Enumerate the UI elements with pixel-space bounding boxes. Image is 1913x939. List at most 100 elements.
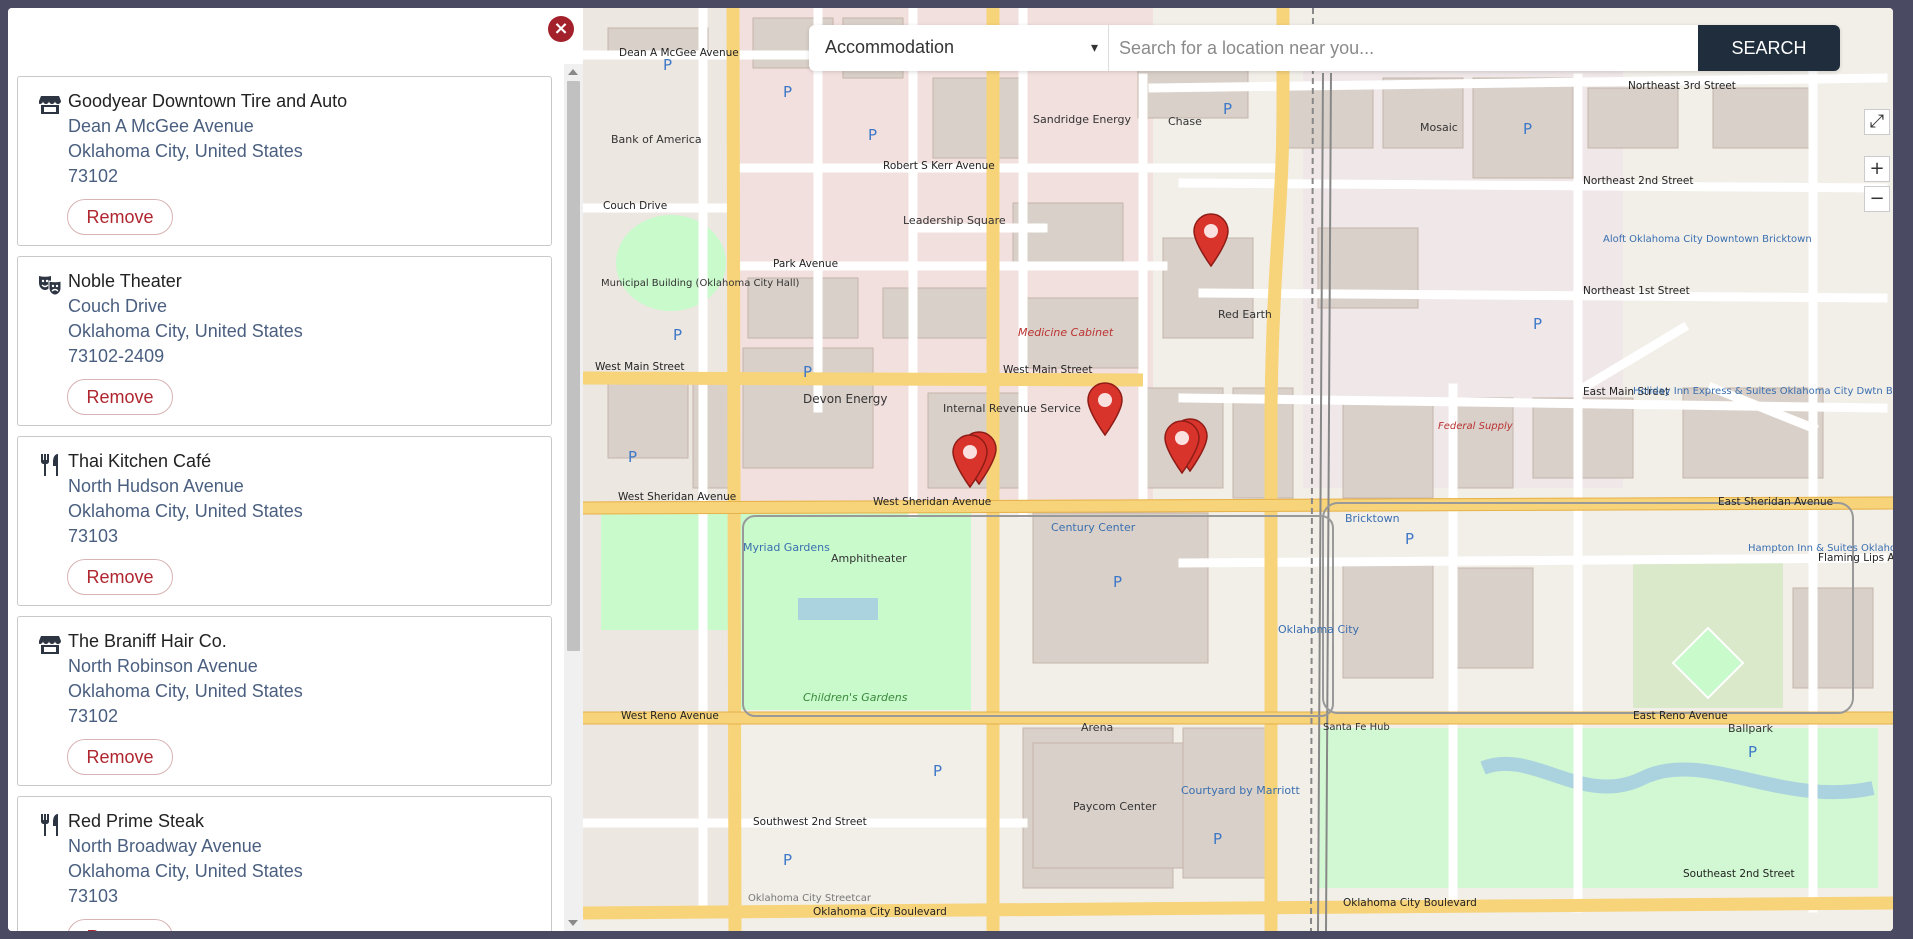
saved-places-list: Goodyear Downtown Tire and Auto Dean A M… [8, 64, 564, 931]
location-search-input[interactable] [1109, 25, 1699, 71]
parking-icon: P [783, 83, 793, 101]
place-city: Oklahoma City, United States [68, 501, 303, 521]
map-street-label: East Sheridan Avenue [1718, 496, 1834, 508]
map-street-label: Oklahoma City Boulevard [1343, 897, 1477, 909]
remove-button[interactable]: Remove [67, 739, 173, 775]
location-marker-icon[interactable] [1086, 382, 1124, 436]
place-street: North Hudson Avenue [68, 476, 244, 496]
map-poi-label: Aloft Oklahoma City Downtown Bricktown [1603, 234, 1812, 245]
map-poi-label: Paycom Center [1073, 800, 1157, 813]
remove-button[interactable]: Remove [67, 199, 173, 235]
store-icon [38, 93, 62, 117]
scroll-up-arrow-icon[interactable] [568, 69, 578, 75]
scroll-down-arrow-icon[interactable] [568, 920, 578, 926]
saved-places-panel: × Goodyear Downtown Tire and Auto Dean A… [8, 8, 583, 931]
fullscreen-icon[interactable]: ⤢ [1864, 109, 1890, 135]
place-city: Oklahoma City, United States [68, 321, 303, 341]
map-street-label: Dean A McGee Avenue [619, 47, 739, 59]
store-icon [38, 633, 62, 657]
map-poi-label: Medicine Cabinet [1018, 326, 1114, 339]
parking-icon: P [1533, 315, 1543, 333]
map-poi-label: Holiday Inn Express & Suites Oklahoma Ci… [1633, 386, 1893, 397]
parking-icon: P [803, 363, 813, 381]
map-poi-label: Devon Energy [803, 392, 888, 406]
map-poi-label: Arena [1081, 721, 1114, 734]
remove-button[interactable]: Remove [67, 559, 173, 595]
utensils-icon [38, 813, 62, 837]
remove-button[interactable]: Remove [67, 379, 173, 415]
location-marker-icon[interactable] [951, 434, 989, 488]
place-name: Red Prime Steak [68, 811, 205, 831]
map-poi-label: Children's Gardens [803, 691, 908, 704]
chevron-down-icon: ▾ [1090, 40, 1098, 56]
place-card: Goodyear Downtown Tire and Auto Dean A M… [17, 76, 552, 246]
map-poi-label: Bricktown [1345, 512, 1400, 525]
map-street-label: Northeast 2nd Street [1583, 175, 1694, 187]
remove-button[interactable]: Remove [67, 919, 173, 931]
parking-icon: P [1405, 530, 1415, 548]
map-poi-label: Sandridge Energy [1033, 113, 1131, 126]
map-poi-label: Century Center [1051, 521, 1136, 534]
zoom-out-button[interactable]: − [1864, 186, 1890, 212]
map-street-label: Couch Drive [603, 200, 668, 212]
place-name: Goodyear Downtown Tire and Auto [68, 91, 348, 111]
category-select[interactable]: Accommodation ▾ [809, 25, 1109, 71]
close-panel-button[interactable]: × [548, 16, 574, 42]
map-poi-label: Santa Fe Hub [1323, 722, 1390, 733]
parking-icon: P [783, 851, 793, 869]
map-street-label: West Reno Avenue [621, 710, 719, 722]
location-marker-icon[interactable] [1163, 420, 1201, 474]
map-poi-label: Ballpark [1728, 722, 1774, 735]
map-poi-label: Mosaic [1420, 121, 1458, 134]
zoom-in-button[interactable]: + [1864, 156, 1890, 182]
map-poi-label: Hampton Inn & Suites Oklahoma City-Brick… [1748, 543, 1893, 554]
parking-icon: P [663, 56, 673, 74]
map-poi-label: Oklahoma City Streetcar [748, 893, 871, 904]
map-street-label: Oklahoma City Boulevard [813, 906, 947, 918]
parking-icon: P [933, 762, 943, 780]
map-poi-label: Internal Revenue Service [943, 402, 1081, 415]
map-poi-label: Red Earth [1218, 308, 1272, 321]
place-card: Noble Theater Couch Drive Oklahoma City,… [17, 256, 552, 426]
place-street: North Robinson Avenue [68, 656, 258, 676]
map-poi-label: Courtyard by Marriott [1181, 784, 1300, 797]
map-view[interactable]: Dean A McGee Avenue Robert S Kerr Avenue… [583, 8, 1893, 931]
place-city: Oklahoma City, United States [68, 861, 303, 881]
place-zip: 73103 [68, 886, 119, 906]
map-street-label: Northeast 3rd Street [1628, 80, 1736, 92]
theater-masks-icon [38, 273, 62, 297]
place-zip: 73102 [68, 166, 119, 186]
map-street-label: Northeast 1st Street [1583, 285, 1690, 297]
map-poi-label: Chase [1168, 115, 1202, 128]
parking-icon: P [1748, 743, 1758, 761]
place-city: Oklahoma City, United States [68, 141, 303, 161]
map-street-label: Southeast 2nd Street [1683, 868, 1795, 880]
map-poi-label: Municipal Building (Oklahoma City Hall) [601, 278, 800, 289]
map-poi-label: Myriad Gardens [743, 541, 830, 554]
scrollbar-thumb[interactable] [567, 81, 580, 651]
app-frame: × Goodyear Downtown Tire and Auto Dean A… [8, 8, 1893, 931]
place-city: Oklahoma City, United States [68, 681, 303, 701]
map-street-label: West Main Street [1003, 364, 1093, 376]
parking-icon: P [673, 326, 683, 344]
search-button[interactable]: SEARCH [1698, 25, 1840, 71]
place-name: The Braniff Hair Co. [68, 631, 227, 651]
map-street-label: Southwest 2nd Street [753, 816, 867, 828]
search-bar: Accommodation ▾ SEARCH [809, 25, 1840, 71]
place-zip: 73102-2409 [68, 346, 165, 366]
map-poi-label: Leadership Square [903, 214, 1006, 227]
map-street-label: Robert S Kerr Avenue [883, 160, 995, 172]
place-card: Thai Kitchen Café North Hudson Avenue Ok… [17, 436, 552, 606]
map-poi-label: Oklahoma City [1278, 623, 1360, 636]
place-card: The Braniff Hair Co. North Robinson Aven… [17, 616, 552, 786]
place-zip: 73102 [68, 706, 119, 726]
place-street: Dean A McGee Avenue [68, 116, 254, 136]
list-scrollbar[interactable] [564, 64, 583, 931]
place-name: Noble Theater [68, 271, 182, 291]
location-marker-icon[interactable] [1192, 213, 1230, 267]
place-zip: 73103 [68, 526, 119, 546]
place-name: Thai Kitchen Café [68, 451, 212, 471]
place-street: North Broadway Avenue [68, 836, 262, 856]
parking-icon: P [1113, 573, 1123, 591]
map-street-label: West Sheridan Avenue [618, 491, 737, 503]
